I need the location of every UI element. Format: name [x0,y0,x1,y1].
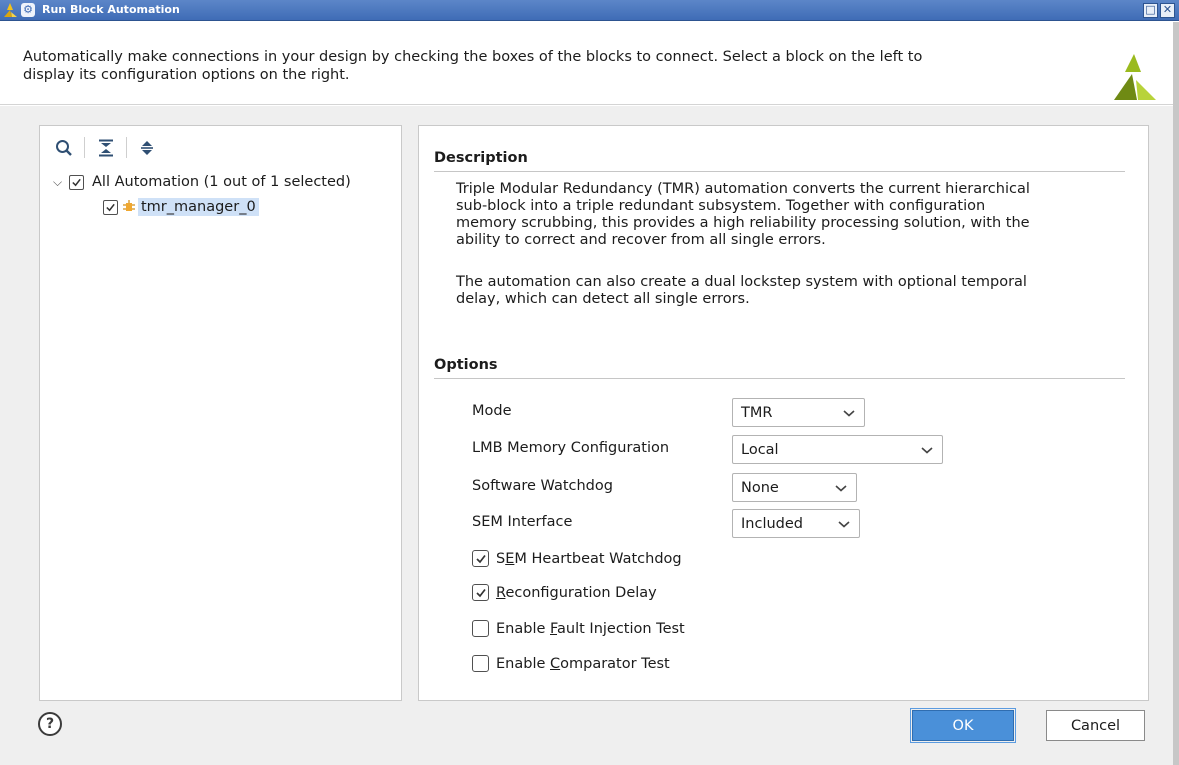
chevron-down-icon [838,521,850,528]
help-icon: ? [45,716,55,732]
checkbox-all-automation[interactable] [69,174,84,190]
sem-heartbeat-label: SEM Heartbeat Watchdog [496,550,682,567]
expand-all-icon[interactable] [137,138,157,158]
options-heading: Options [434,357,498,373]
checkbox-sem-heartbeat[interactable] [472,550,489,567]
sem-interface-dropdown[interactable]: Included [732,509,860,538]
sem-interface-label: SEM Interface [472,514,573,530]
window-edge [1173,22,1179,765]
description-paragraph-2: The automation can also create a dual lo… [456,274,1027,307]
toolbar-separator [126,137,127,158]
software-watchdog-label: Software Watchdog [472,478,613,494]
checkbox-reconfiguration-delay[interactable] [472,584,489,601]
collapse-all-icon[interactable] [96,138,116,158]
mode-dropdown[interactable]: TMR [732,398,865,427]
restore-icon[interactable]: □ [1143,3,1158,18]
xilinx-logo-icon [4,3,17,17]
section-divider [434,171,1125,172]
chevron-down-icon[interactable]: ⌵ [53,175,67,190]
comparator-test-checkbox[interactable]: Enable Comparator Test [472,655,670,672]
ok-button[interactable]: OK [910,708,1016,743]
section-divider [434,378,1125,379]
lmb-memory-dropdown[interactable]: Local [732,435,943,464]
sem-heartbeat-watchdog-checkbox[interactable]: SEM Heartbeat Watchdog [472,550,682,567]
lmb-memory-value: Local [741,441,779,458]
reconfiguration-delay-label: Reconfiguration Delay [496,584,657,601]
tree-label-all-automation: All Automation (1 out of 1 selected) [92,174,351,190]
fault-injection-test-checkbox[interactable]: Enable Fault Injection Test [472,620,685,637]
comparator-test-label: Enable Comparator Test [496,655,670,672]
checkbox-fault-injection[interactable] [472,620,489,637]
lmb-memory-label: LMB Memory Configuration [472,440,670,456]
software-watchdog-value: None [741,479,779,496]
chevron-down-icon [921,447,933,454]
close-icon[interactable]: ✕ [1160,3,1175,18]
intro-line-2: display its configuration options on the… [23,67,350,83]
reconfiguration-delay-checkbox[interactable]: Reconfiguration Delay [472,584,657,601]
toolbar-separator [84,137,85,158]
title-bar: ⚙ Run Block Automation □ ✕ [0,0,1179,21]
chevron-down-icon [835,485,847,492]
chevron-down-icon [843,410,855,417]
fault-injection-label: Enable Fault Injection Test [496,620,685,637]
checkbox-comparator-test[interactable] [472,655,489,672]
intro-text: Automatically make connections in your d… [23,48,1083,84]
cancel-button[interactable]: Cancel [1046,710,1145,741]
description-paragraph-1: Triple Modular Redundancy (TMR) automati… [456,181,1030,248]
sem-interface-value: Included [741,515,803,532]
description-heading: Description [434,150,528,166]
xilinx-logo-icon [1114,54,1156,100]
software-watchdog-dropdown[interactable]: None [732,473,857,502]
configuration-panel: Description Triple Modular Redundancy (T… [418,125,1149,701]
mode-label: Mode [472,403,512,419]
window-title: Run Block Automation [42,3,180,16]
block-tree-panel: ⌵ All Automation (1 out of 1 selected) t… [39,125,402,701]
ip-block-icon [123,200,135,211]
help-button[interactable]: ? [38,712,62,736]
intro-line-1: Automatically make connections in your d… [23,49,923,65]
mode-value: TMR [741,404,773,421]
gear-icon: ⚙ [21,3,35,17]
checkbox-tmr-manager[interactable] [103,199,118,215]
dialog-header: Automatically make connections in your d… [0,22,1179,105]
search-icon[interactable] [54,138,74,158]
tree-label-tmr-manager[interactable]: tmr_manager_0 [138,198,259,216]
tree-row-all-automation[interactable]: ⌵ All Automation (1 out of 1 selected) [53,171,354,193]
tree-row-tmr-manager[interactable]: tmr_manager_0 [103,196,259,218]
